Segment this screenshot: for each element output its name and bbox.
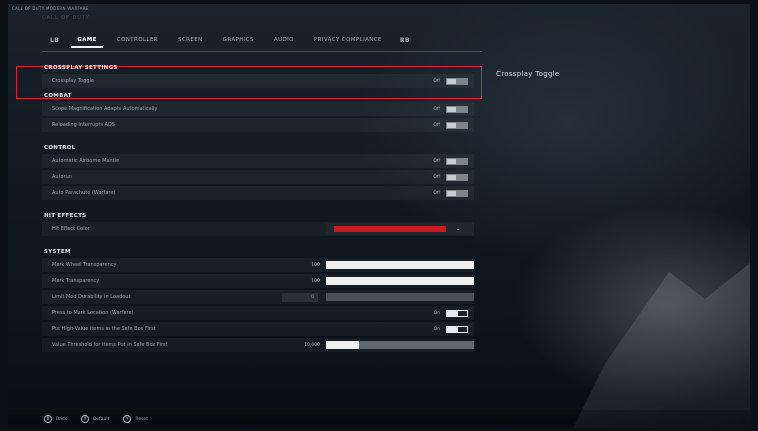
setting-row-airborne-mantle[interactable]: Automatic Airborne Mantle Off bbox=[42, 154, 474, 168]
controller-x-button-icon: X bbox=[80, 415, 89, 423]
setting-row-value-threshold[interactable]: Value Threshold for Items Put in Safe Bo… bbox=[42, 338, 474, 352]
setting-label: Press to Mark Location (Warfare) bbox=[52, 310, 134, 316]
reloading-interrupts-ads-toggle[interactable] bbox=[446, 121, 468, 129]
toggle-state-text: Off bbox=[433, 190, 440, 196]
mark-wheel-transparency-slider[interactable] bbox=[326, 261, 474, 269]
setting-row-mark-wheel-transparency[interactable]: Mark Wheel Transparency 100 bbox=[42, 258, 474, 272]
airborne-mantle-toggle[interactable] bbox=[446, 157, 468, 165]
footer-back-button[interactable]: B Back bbox=[44, 415, 67, 423]
toggle-state-text: On bbox=[433, 310, 440, 316]
tab-controller[interactable]: CONTROLLER bbox=[107, 30, 168, 50]
chevron-down-icon: ⌄ bbox=[456, 226, 461, 232]
slider-value: 100 bbox=[311, 262, 320, 268]
toggle-state-text: Off bbox=[433, 106, 440, 112]
setting-label: Value Threshold for Items Put in Safe Bo… bbox=[52, 342, 168, 348]
setting-row-hit-effect-color[interactable]: Hit Effect Color ⌄ bbox=[42, 222, 474, 236]
toggle-state-text: Off bbox=[433, 78, 440, 84]
window-title: CALL OF DUTY MODERN WARFARE bbox=[12, 6, 89, 11]
numeric-input[interactable]: 0 bbox=[282, 292, 318, 302]
settings-list: CROSSPLAY SETTINGS Crossplay Toggle Off … bbox=[42, 62, 474, 354]
limit-mod-durability-slider[interactable] bbox=[326, 293, 474, 301]
tab-privacy-compliance[interactable]: PRIVACY COMPLIANCE bbox=[304, 30, 392, 50]
setting-row-reloading-interrupts-ads[interactable]: Reloading Interrupts ADS Off bbox=[42, 118, 474, 132]
toggle-state-text: Off bbox=[433, 174, 440, 180]
value-threshold-slider[interactable] bbox=[326, 341, 474, 349]
auto-parachute-toggle[interactable] bbox=[446, 189, 468, 197]
settings-tab-bar: LB GAME CONTROLLER SCREEN GRAPHICS AUDIO… bbox=[42, 30, 418, 50]
setting-label: Auto Parachute (Warfare) bbox=[52, 190, 116, 196]
setting-row-autorun[interactable]: Autorun Off bbox=[42, 170, 474, 184]
section-title-control: CONTROL bbox=[44, 145, 76, 151]
setting-label: Crossplay Toggle bbox=[52, 78, 94, 84]
game-logo-watermark: CALL OF DUTY bbox=[42, 15, 91, 21]
setting-label: Mark Transparency bbox=[52, 278, 100, 284]
bumper-left-icon[interactable]: LB bbox=[50, 37, 59, 44]
tab-divider bbox=[42, 51, 482, 52]
setting-label: Autorun bbox=[52, 174, 73, 180]
crossplay-toggle-switch[interactable] bbox=[446, 77, 468, 85]
game-settings-screen: CALL OF DUTY LB GAME CONTROLLER SCREEN G… bbox=[8, 4, 750, 428]
setting-label: Limit Mod Durability in Loadout bbox=[52, 294, 131, 300]
tab-screen[interactable]: SCREEN bbox=[168, 30, 213, 50]
footer-label: Back bbox=[56, 416, 67, 422]
section-title-system: SYSTEM bbox=[44, 249, 71, 255]
setting-label: Automatic Airborne Mantle bbox=[52, 158, 120, 164]
setting-label: Scope Magnification Adapts Automatically bbox=[52, 106, 158, 112]
section-title-hit-effects: HIT EFFECTS bbox=[44, 213, 87, 219]
background-landscape bbox=[570, 263, 750, 428]
setting-row-limit-mod-durability[interactable]: Limit Mod Durability in Loadout 0 bbox=[42, 290, 474, 304]
footer-button-bar: B Back X Default Y Reset bbox=[8, 410, 750, 428]
controller-b-button-icon: B bbox=[44, 415, 52, 423]
setting-row-high-value-items-safe-box[interactable]: Put High-Value Items in the Safe Box Fir… bbox=[42, 322, 474, 336]
setting-row-press-to-mark-location[interactable]: Press to Mark Location (Warfare) On bbox=[42, 306, 474, 320]
setting-row-crossplay-toggle[interactable]: Crossplay Toggle Off bbox=[42, 74, 474, 88]
setting-label: Reloading Interrupts ADS bbox=[52, 122, 115, 128]
footer-label: Reset bbox=[135, 416, 148, 422]
high-value-items-safe-box-toggle[interactable] bbox=[446, 325, 468, 333]
setting-label: Hit Effect Color bbox=[52, 226, 90, 232]
toggle-state-text: Off bbox=[433, 122, 440, 128]
section-title-crossplay: CROSSPLAY SETTINGS bbox=[44, 65, 118, 71]
tab-audio[interactable]: AUDIO bbox=[264, 30, 304, 50]
hit-effect-color-swatch bbox=[334, 226, 446, 232]
bumper-right-icon[interactable]: RB bbox=[400, 37, 410, 44]
toggle-state-text: On bbox=[433, 326, 440, 332]
section-title-combat: COMBAT bbox=[44, 93, 72, 99]
mark-transparency-slider[interactable] bbox=[326, 277, 474, 285]
press-to-mark-location-toggle[interactable] bbox=[446, 309, 468, 317]
tab-graphics[interactable]: GRAPHICS bbox=[213, 30, 264, 50]
slider-value: 100 bbox=[311, 278, 320, 284]
footer-label: Default bbox=[92, 416, 110, 422]
detail-panel-title: Crossplay Toggle bbox=[496, 70, 560, 78]
setting-row-auto-parachute[interactable]: Auto Parachute (Warfare) Off bbox=[42, 186, 474, 200]
setting-row-mark-transparency[interactable]: Mark Transparency 100 bbox=[42, 274, 474, 288]
footer-default-button[interactable]: X Default bbox=[80, 415, 110, 423]
setting-row-scope-magnification[interactable]: Scope Magnification Adapts Automatically… bbox=[42, 102, 474, 116]
slider-value: 10,000 bbox=[304, 342, 320, 348]
setting-label: Put High-Value Items in the Safe Box Fir… bbox=[52, 326, 156, 332]
toggle-state-text: Off bbox=[433, 158, 440, 164]
controller-y-button-icon: Y bbox=[123, 415, 132, 423]
tab-game[interactable]: GAME bbox=[67, 30, 107, 50]
autorun-toggle[interactable] bbox=[446, 173, 468, 181]
scope-magnification-toggle[interactable] bbox=[446, 105, 468, 113]
footer-reset-button[interactable]: Y Reset bbox=[123, 415, 148, 423]
hit-effect-color-dropdown[interactable]: ⌄ bbox=[326, 223, 474, 235]
setting-label: Mark Wheel Transparency bbox=[52, 262, 117, 268]
